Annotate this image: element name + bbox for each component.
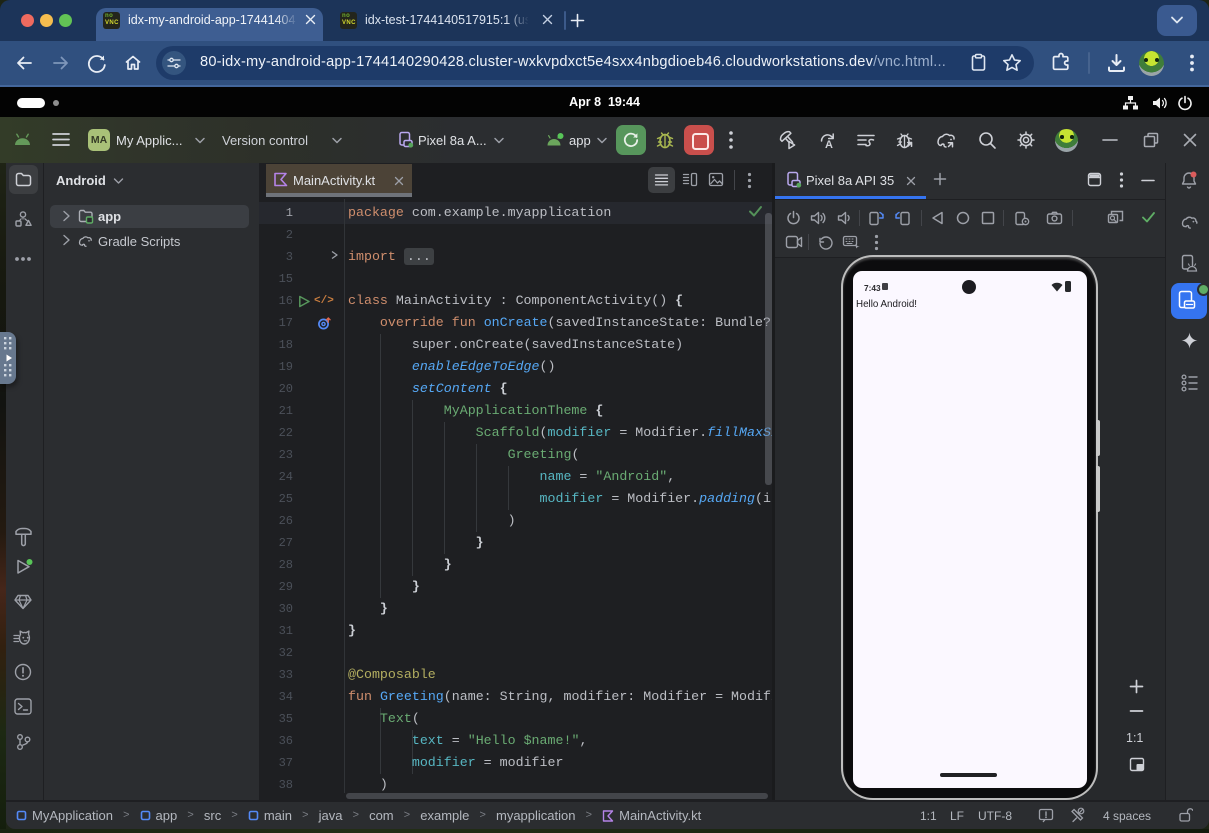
svg-text:A: A	[825, 139, 833, 151]
